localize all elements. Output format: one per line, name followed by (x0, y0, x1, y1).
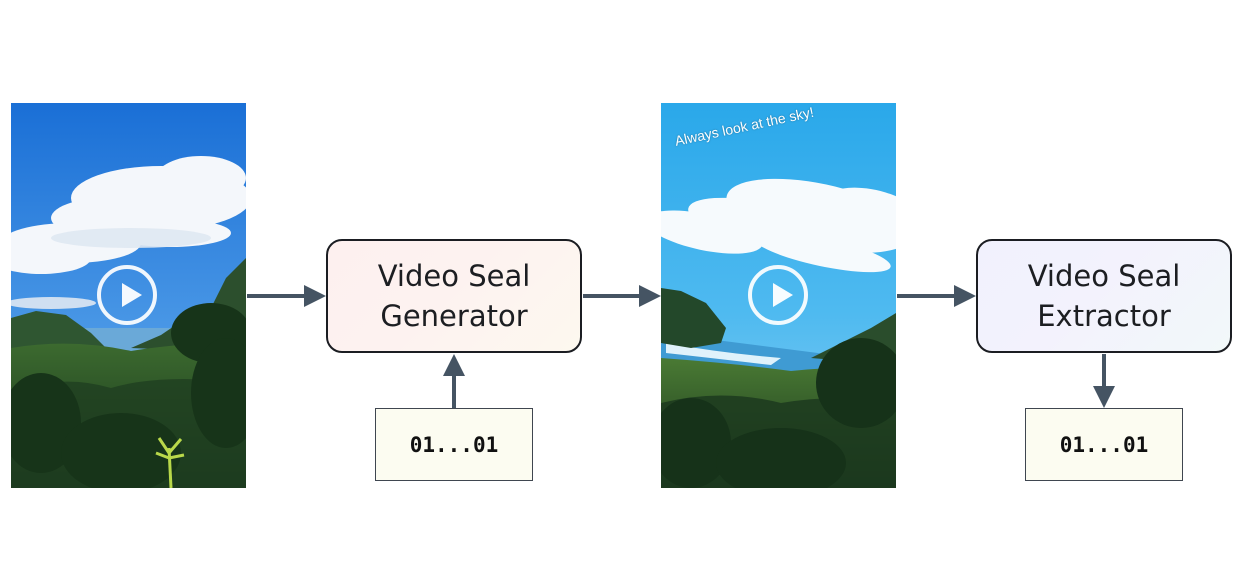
arrow-extractor-to-message (1093, 354, 1115, 408)
arrow-video-to-generator (247, 285, 326, 307)
flow-arrows (247, 285, 1115, 408)
diagram: Video Seal Generator 01...01 Always look… (0, 0, 1248, 576)
arrow-generator-to-video (583, 285, 661, 307)
arrow-video-to-extractor (897, 285, 976, 307)
arrow-message-to-generator (443, 354, 465, 408)
